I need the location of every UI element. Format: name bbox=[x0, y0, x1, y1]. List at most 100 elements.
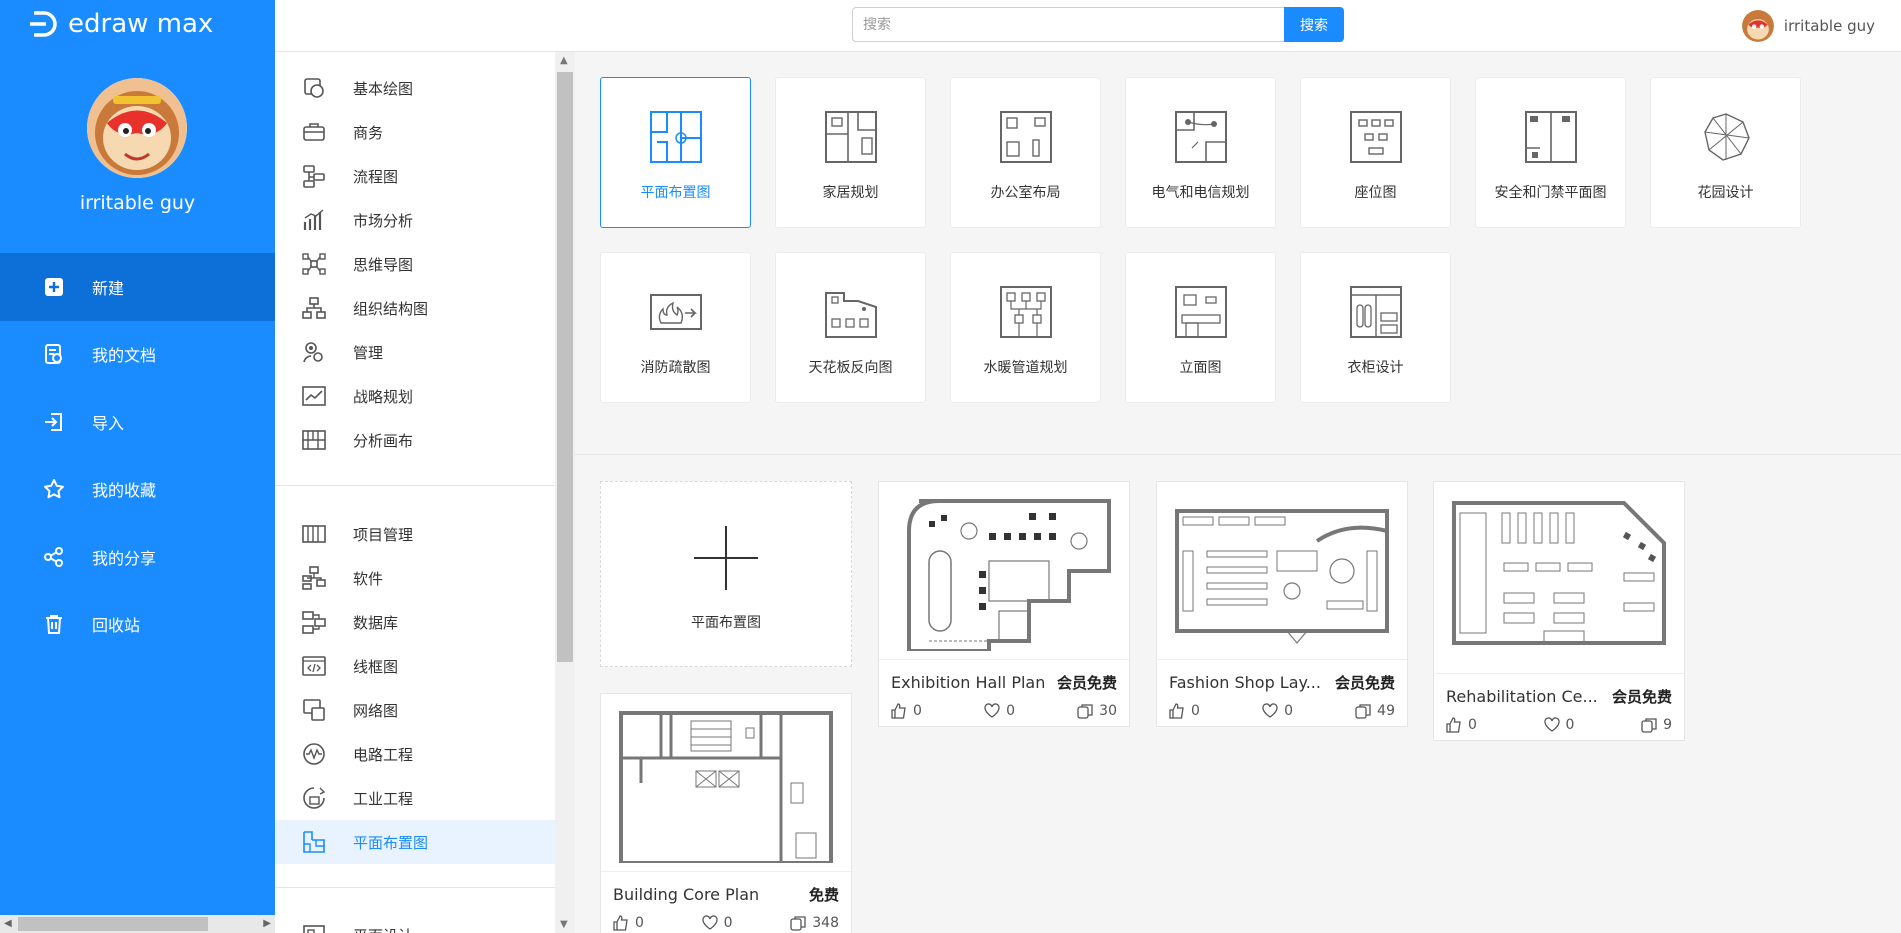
copies-stat[interactable]: 30 bbox=[1077, 703, 1117, 719]
type-label: 花园设计 bbox=[1697, 185, 1754, 201]
scrollbar-thumb[interactable] bbox=[557, 72, 573, 662]
type-card-garden-design[interactable]: 花园设计 bbox=[1650, 77, 1801, 228]
category-analysis-canvas[interactable]: 分析画布 bbox=[275, 418, 555, 462]
app-logo[interactable]: edraw max bbox=[28, 9, 213, 39]
template-info: Fashion Shop Lay... 会员免费 bbox=[1157, 660, 1407, 696]
category-wireframe[interactable]: 线框图 bbox=[275, 644, 555, 688]
copies-stat[interactable]: 49 bbox=[1355, 703, 1395, 719]
nav-item-trash[interactable]: 回收站 bbox=[0, 591, 275, 659]
category-business[interactable]: 商务 bbox=[275, 110, 555, 154]
category-project-management[interactable]: 项目管理 bbox=[275, 512, 555, 556]
category-flowchart[interactable]: 流程图 bbox=[275, 154, 555, 198]
likes-count: 0 bbox=[1468, 717, 1477, 733]
nav-item-my-documents[interactable]: 我的文档 bbox=[0, 321, 275, 389]
favorites-stat[interactable]: 0 bbox=[1262, 703, 1293, 719]
nav-item-new[interactable]: 新建 bbox=[0, 253, 275, 321]
flowchart-icon bbox=[301, 163, 327, 189]
nav-label: 新建 bbox=[92, 278, 125, 298]
category-industrial[interactable]: 工业工程 bbox=[275, 776, 555, 820]
category-market-analysis[interactable]: 市场分析 bbox=[275, 198, 555, 242]
likes-stat[interactable]: 0 bbox=[1446, 717, 1477, 733]
documents-icon bbox=[42, 342, 66, 366]
type-card-office-layout[interactable]: 办公室布局 bbox=[950, 77, 1101, 228]
user-menu[interactable]: irritable guy bbox=[1741, 10, 1875, 42]
copies-stat[interactable]: 348 bbox=[790, 915, 839, 931]
plus-icon bbox=[694, 526, 758, 590]
template-card[interactable]: Fashion Shop Lay... 会员免费 0 0 49 bbox=[1156, 481, 1408, 727]
scrollbar-thumb[interactable] bbox=[18, 917, 208, 931]
likes-stat[interactable]: 0 bbox=[613, 915, 644, 931]
type-card-plumbing-plan[interactable]: 水暖管道规划 bbox=[950, 252, 1101, 403]
template-card[interactable]: Rehabilitation Ce... 会员免费 0 0 9 bbox=[1433, 481, 1685, 741]
copies-stat[interactable]: 9 bbox=[1641, 717, 1672, 733]
elevation-thumb-icon bbox=[1174, 286, 1227, 338]
category-circuit[interactable]: 电路工程 bbox=[275, 732, 555, 776]
software-icon bbox=[301, 565, 327, 591]
type-card-home-plan[interactable]: 家居规划 bbox=[775, 77, 926, 228]
favorites-stat[interactable]: 0 bbox=[1543, 717, 1574, 733]
category-label: 网络图 bbox=[353, 701, 399, 720]
category-strategy[interactable]: 战略规划 bbox=[275, 374, 555, 418]
nav-item-share[interactable]: 我的分享 bbox=[0, 523, 275, 591]
left-sidebar: edraw max irritable guy 新建 我的文档 导入 我的收藏 … bbox=[0, 0, 275, 933]
shapes-icon bbox=[301, 75, 327, 101]
reflected-ceiling-thumb-icon bbox=[824, 292, 877, 338]
scroll-down-icon[interactable]: ▼ bbox=[560, 919, 568, 930]
category-label: 流程图 bbox=[353, 167, 399, 186]
likes-stat[interactable]: 0 bbox=[1169, 703, 1200, 719]
org-chart-icon bbox=[301, 295, 327, 321]
new-blank-floor-plan[interactable]: 平面布置图 bbox=[600, 481, 852, 667]
import-icon bbox=[42, 410, 66, 434]
type-card-floor-plan[interactable]: 平面布置图 bbox=[600, 77, 751, 228]
category-basic-drawing[interactable]: 基本绘图 bbox=[275, 66, 555, 110]
category-label: 基本绘图 bbox=[353, 79, 414, 98]
type-card-security-plan[interactable]: 安全和门禁平面图 bbox=[1475, 77, 1626, 228]
type-card-electrical-plan[interactable]: 电气和电信规划 bbox=[1125, 77, 1276, 228]
category-graphic-design[interactable]: 平面设计 bbox=[275, 913, 555, 933]
nav-label: 我的收藏 bbox=[92, 481, 157, 501]
template-card[interactable]: Exhibition Hall Plan 会员免费 0 0 30 bbox=[878, 481, 1130, 727]
new-card-label: 平面布置图 bbox=[691, 615, 761, 631]
template-badge: 会员免费 bbox=[1334, 673, 1395, 692]
search-input[interactable] bbox=[852, 7, 1284, 42]
nav-label: 我的分享 bbox=[92, 548, 157, 568]
favorites-count: 0 bbox=[723, 915, 733, 931]
heart-icon bbox=[984, 703, 1000, 718]
type-card-elevation[interactable]: 立面图 bbox=[1125, 252, 1276, 403]
category-label: 软件 bbox=[353, 569, 384, 588]
mindmap-icon bbox=[301, 251, 327, 277]
gantt-icon bbox=[301, 521, 327, 547]
template-thumbnail bbox=[879, 482, 1129, 660]
database-icon bbox=[301, 609, 327, 635]
scroll-left-icon[interactable]: ◀ bbox=[4, 918, 12, 929]
type-card-fire-evacuation[interactable]: 消防疏散图 bbox=[600, 252, 751, 403]
template-thumbnail bbox=[1157, 482, 1407, 660]
category-management[interactable]: 管理 bbox=[275, 330, 555, 374]
network-icon bbox=[301, 697, 327, 723]
type-label: 安全和门禁平面图 bbox=[1494, 185, 1607, 201]
category-floor-plan[interactable]: 平面布置图 bbox=[275, 820, 555, 864]
category-mindmap[interactable]: 思维导图 bbox=[275, 242, 555, 286]
category-label: 战略规划 bbox=[353, 387, 414, 406]
category-software[interactable]: 软件 bbox=[275, 556, 555, 600]
scroll-right-icon[interactable]: ▶ bbox=[263, 918, 271, 929]
category-org-chart[interactable]: 组织结构图 bbox=[275, 286, 555, 330]
search-button[interactable]: 搜索 bbox=[1284, 7, 1344, 42]
category-network[interactable]: 网络图 bbox=[275, 688, 555, 732]
type-card-wardrobe-design[interactable]: 衣柜设计 bbox=[1300, 252, 1451, 403]
nav-item-import[interactable]: 导入 bbox=[0, 388, 275, 456]
sidebar-horizontal-scrollbar[interactable]: ◀ ▶ bbox=[0, 915, 275, 933]
template-card[interactable]: Building Core Plan 免费 0 0 348 bbox=[600, 693, 852, 933]
favorites-stat[interactable]: 0 bbox=[701, 915, 733, 931]
type-card-reflected-ceiling[interactable]: 天花板反向图 bbox=[775, 252, 926, 403]
likes-stat[interactable]: 0 bbox=[891, 703, 922, 719]
template-thumbnail bbox=[1434, 482, 1684, 674]
favorites-stat[interactable]: 0 bbox=[984, 703, 1015, 719]
briefcase-icon bbox=[301, 119, 327, 145]
user-avatar[interactable] bbox=[87, 78, 187, 178]
scroll-up-icon[interactable]: ▲ bbox=[560, 55, 568, 66]
category-database[interactable]: 数据库 bbox=[275, 600, 555, 644]
nav-item-favorites[interactable]: 我的收藏 bbox=[0, 456, 275, 524]
type-card-seating-chart[interactable]: 座位图 bbox=[1300, 77, 1451, 228]
category-scrollbar[interactable]: ▲ ▼ bbox=[555, 52, 575, 933]
